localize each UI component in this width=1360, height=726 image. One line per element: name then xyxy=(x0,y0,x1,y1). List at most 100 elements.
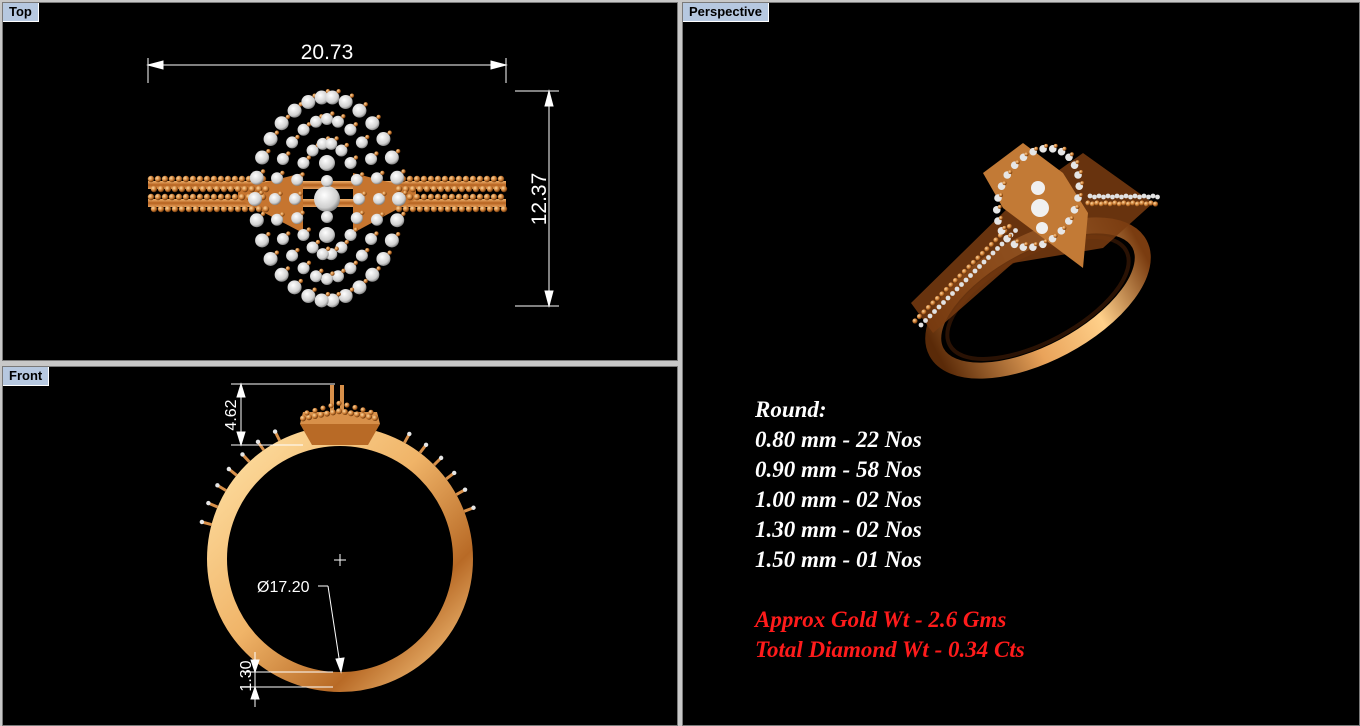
shank-bead xyxy=(248,185,256,193)
prong-bead xyxy=(330,111,335,116)
shank-bead xyxy=(966,264,972,270)
shank-bead xyxy=(490,175,498,183)
prong-bead xyxy=(1080,181,1085,186)
prong-bead xyxy=(1053,143,1058,148)
shank-bead xyxy=(458,185,466,193)
shank-bead xyxy=(1094,200,1100,206)
shank-bead xyxy=(182,193,190,201)
shank-bead xyxy=(178,185,186,193)
prong-bead xyxy=(363,102,368,107)
prong-bead xyxy=(999,193,1003,197)
center-diamond xyxy=(319,227,335,243)
side-diamond xyxy=(255,439,261,445)
prong-bead xyxy=(376,114,381,120)
prong-bead xyxy=(1002,225,1007,230)
prong-bead xyxy=(353,260,359,266)
head-bead xyxy=(300,415,306,422)
prong-bead xyxy=(300,210,305,215)
shank-bead xyxy=(241,205,249,213)
shank-bead xyxy=(1098,201,1105,207)
prong-bead xyxy=(306,260,312,266)
shank-bead xyxy=(217,175,225,183)
shank-bead xyxy=(420,175,428,183)
head-bead xyxy=(312,407,318,414)
shank-bead xyxy=(423,185,431,193)
shank-bead xyxy=(199,205,207,213)
shank-bead xyxy=(448,175,456,183)
shank-bead xyxy=(220,205,228,213)
shank-bead xyxy=(199,185,207,193)
shank-bead xyxy=(1112,200,1118,206)
prong-bead xyxy=(344,239,350,245)
head-bead xyxy=(354,411,360,418)
shank-bead xyxy=(157,185,165,193)
shank-bead xyxy=(455,193,463,201)
shank-diamond xyxy=(941,300,946,305)
shank-diamond xyxy=(1114,193,1120,199)
shank-diamond xyxy=(959,282,964,287)
shank-bead xyxy=(975,255,981,261)
shank-bead xyxy=(262,185,270,193)
shank-bead xyxy=(395,185,403,193)
shank-bead xyxy=(395,205,403,213)
shank-bead xyxy=(912,318,918,324)
side-diamond xyxy=(407,431,412,437)
prong-bead xyxy=(997,204,1002,209)
shank-bead xyxy=(479,205,487,213)
viewport-tab-perspective[interactable]: Perspective xyxy=(683,3,769,22)
center-diamond xyxy=(1031,181,1045,195)
head-bead xyxy=(344,402,350,408)
dimension-head-height-label: 4.62 xyxy=(223,399,240,430)
prong-bead xyxy=(1069,152,1074,157)
shank-bead xyxy=(189,193,197,201)
prong-bead xyxy=(1079,193,1083,197)
side-diamond xyxy=(471,505,476,510)
side-diamond xyxy=(272,429,278,434)
prong-bead xyxy=(312,287,317,292)
shank-bead xyxy=(472,185,480,193)
viewport-tab-top[interactable]: Top xyxy=(3,3,39,22)
shank-bead xyxy=(1125,201,1132,207)
head-bead xyxy=(330,409,336,416)
shank-bead xyxy=(1121,200,1127,206)
spec-size-row: 0.80 mm - 22 Nos xyxy=(755,427,922,452)
shank-bead xyxy=(175,193,183,201)
shank-bead xyxy=(430,185,438,193)
shank-bead xyxy=(469,193,477,201)
prong-bead xyxy=(365,247,370,253)
shank-bead xyxy=(224,193,232,201)
head-bead xyxy=(304,410,310,416)
dimension-height-label: 12.37 xyxy=(528,173,551,226)
shank-bead xyxy=(196,175,204,183)
shank-bead xyxy=(171,205,179,213)
front-viewport[interactable]: Front 4.62 Ø17.20 1.30 xyxy=(2,366,678,726)
prong-bead xyxy=(1079,169,1084,174)
head-bead xyxy=(348,410,354,417)
shank-bead xyxy=(925,304,932,311)
shank-diamond xyxy=(1101,194,1106,200)
shank-diamond xyxy=(1013,228,1018,233)
prong-bead xyxy=(376,266,381,271)
perspective-viewport[interactable]: Perspective Round: 0.80 mm - 22 Nos 0.90… xyxy=(682,2,1360,726)
shank-diamond xyxy=(1146,194,1151,200)
viewport-tab-front[interactable]: Front xyxy=(3,367,50,386)
prong-bead xyxy=(1053,233,1058,238)
shank-bead xyxy=(413,175,421,183)
head-bead xyxy=(312,413,318,419)
shank-bead xyxy=(161,175,169,183)
shank-bead xyxy=(409,185,417,193)
shank-bead xyxy=(213,205,221,213)
prong-bead xyxy=(341,268,346,274)
shank-bead xyxy=(441,175,449,183)
shank-bead xyxy=(154,193,162,201)
shank-bead xyxy=(441,193,449,201)
shank-bead xyxy=(154,175,162,183)
top-viewport[interactable]: Top 20.73 12.37 xyxy=(2,2,678,361)
prong-bead xyxy=(286,151,291,156)
shank-bead xyxy=(164,185,172,193)
shank-bead xyxy=(406,193,414,201)
prong-bead xyxy=(298,278,304,284)
shank-bead xyxy=(241,185,249,193)
prong-bead xyxy=(1015,160,1020,165)
shank-bead xyxy=(175,175,183,183)
